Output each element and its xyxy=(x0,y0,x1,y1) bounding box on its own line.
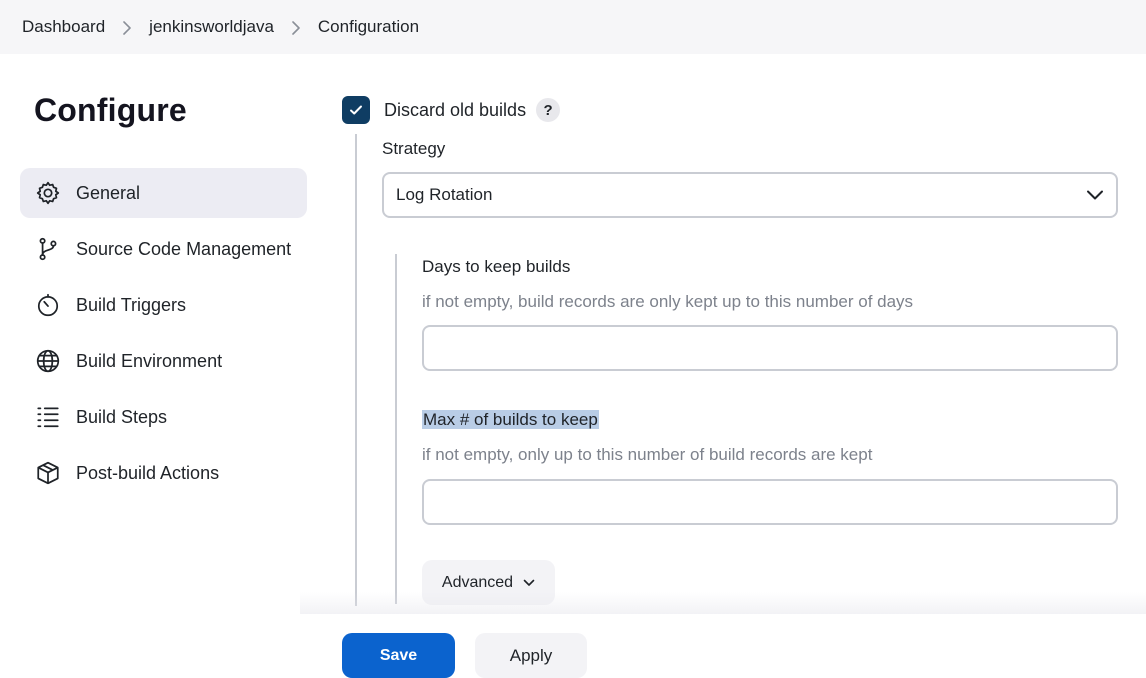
checkmark-icon xyxy=(350,105,362,115)
advanced-label: Advanced xyxy=(441,573,514,591)
chevron-down-icon xyxy=(1087,190,1103,200)
sidebar-nav: General Source Code Management Build Tri… xyxy=(20,168,307,504)
sidebar-item-source-code-management[interactable]: Source Code Management xyxy=(20,224,307,274)
breadcrumb-dashboard[interactable]: Dashboard xyxy=(22,17,105,37)
sidebar-item-label: Build Triggers xyxy=(76,294,187,315)
days-to-keep-description: if not empty, build records are only kep… xyxy=(422,292,914,311)
sidebar-item-label: General xyxy=(76,182,141,203)
breadcrumb-job[interactable]: jenkinsworldjava xyxy=(149,17,274,37)
discard-old-builds-checkbox[interactable] xyxy=(342,96,370,124)
days-to-keep-label: Days to keep builds xyxy=(422,257,571,276)
discard-old-builds-label[interactable]: Discard old builds xyxy=(384,100,526,121)
sidebar-item-label: Post-build Actions xyxy=(76,462,220,483)
sidebar-item-label: Build Steps xyxy=(76,406,168,427)
subsection-divider xyxy=(395,254,397,604)
apply-button[interactable]: Apply xyxy=(475,633,587,678)
sidebar-item-label: Source Code Management xyxy=(76,238,292,259)
timer-icon xyxy=(34,291,62,319)
list-steps-icon xyxy=(34,403,62,431)
section-divider xyxy=(355,134,357,606)
chevron-right-icon xyxy=(105,17,149,37)
config-main: Discard old builds ? Strategy Log Rotati… xyxy=(340,0,1146,678)
sidebar-item-build-steps[interactable]: Build Steps xyxy=(20,392,307,442)
sidebar-item-post-build-actions[interactable]: Post-build Actions xyxy=(20,448,307,498)
globe-icon xyxy=(34,347,62,375)
page-title: Configure xyxy=(34,92,187,128)
strategy-label: Strategy xyxy=(382,139,446,158)
selected-text: Max # of builds to keep xyxy=(422,410,599,429)
git-branch-icon xyxy=(34,235,62,263)
sidebar-item-build-triggers[interactable]: Build Triggers xyxy=(20,280,307,330)
max-builds-description: if not empty, only up to this number of … xyxy=(422,445,873,464)
discard-old-builds-row: Discard old builds ? xyxy=(342,96,561,124)
strategy-select[interactable]: Log Rotation xyxy=(382,172,1118,218)
sidebar-item-label: Build Environment xyxy=(76,350,223,371)
bottom-bar-shadow xyxy=(300,592,1146,616)
package-icon xyxy=(34,459,62,487)
chevron-right-icon xyxy=(274,17,318,37)
strategy-selected-value: Log Rotation xyxy=(396,185,493,204)
max-builds-label: Max # of builds to keep xyxy=(422,410,599,430)
days-to-keep-input[interactable] xyxy=(422,325,1118,371)
help-button[interactable]: ? xyxy=(536,98,561,122)
gear-icon xyxy=(34,179,62,207)
sidebar-item-build-environment[interactable]: Build Environment xyxy=(20,336,307,386)
max-builds-input[interactable] xyxy=(422,479,1118,525)
chevron-down-icon xyxy=(523,579,535,586)
sidebar-item-general[interactable]: General xyxy=(20,168,307,218)
save-button[interactable]: Save xyxy=(342,633,455,678)
